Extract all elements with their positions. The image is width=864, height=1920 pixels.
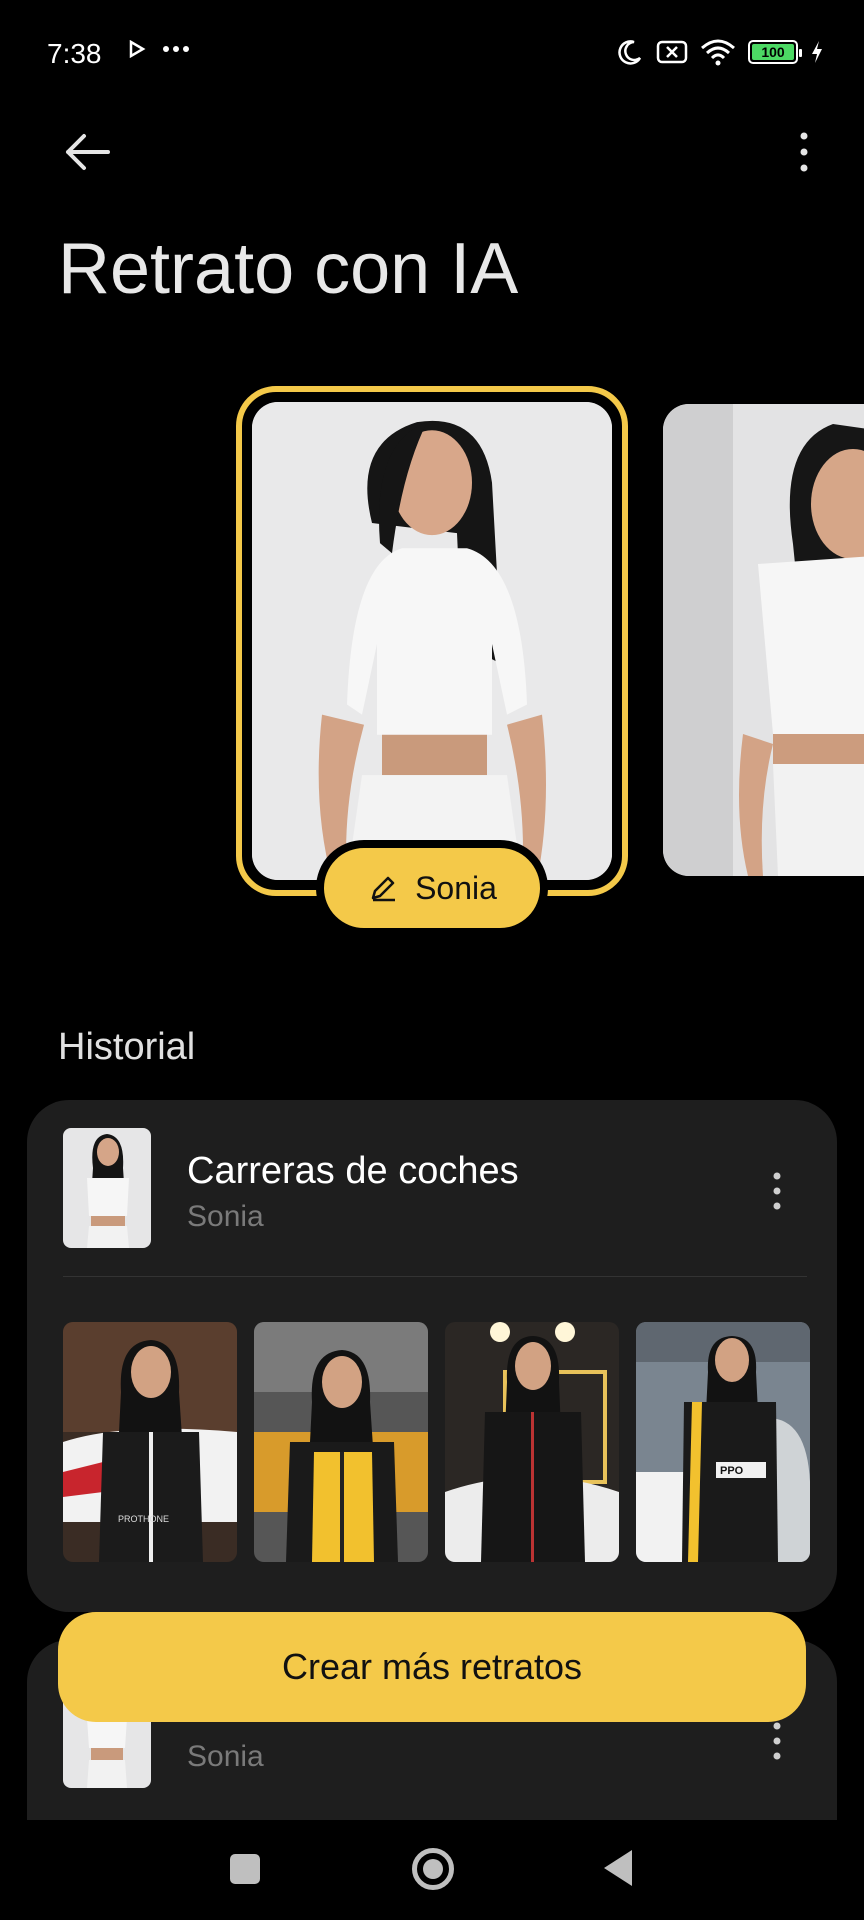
back-button[interactable]: [58, 122, 118, 182]
history-portrait-image[interactable]: [254, 1322, 428, 1562]
history-portrait-image[interactable]: PPO: [636, 1322, 810, 1562]
history-section-title: Historial: [58, 1026, 196, 1068]
portrait-name-label: Sonia: [415, 869, 497, 906]
next-portrait-card[interactable]: [663, 404, 864, 876]
more-horiz-icon: [163, 46, 189, 52]
history-portrait-grid: PROTHONE PPO: [63, 1322, 810, 1562]
history-portrait-image[interactable]: PROTHONE: [63, 1322, 237, 1562]
more-options-button[interactable]: [774, 122, 834, 182]
history-item-subtitle: Sonia: [187, 1200, 264, 1233]
history-portrait-image[interactable]: [445, 1322, 619, 1562]
play-icon: [129, 40, 146, 58]
more-vertical-icon: [773, 1722, 781, 1760]
more-vertical-icon: [800, 132, 808, 172]
history-item-thumbnail: [63, 1128, 151, 1248]
moon-icon: [618, 40, 642, 65]
recents-button[interactable]: [230, 1854, 260, 1884]
portrait-carousel: Sonia: [0, 386, 864, 946]
status-right-icons: 100: [616, 38, 824, 66]
wifi-icon: [701, 39, 735, 66]
svg-text:PROTHONE: PROTHONE: [118, 1514, 169, 1524]
svg-text:PPO: PPO: [720, 1465, 744, 1477]
history-item-more-button[interactable]: [757, 1716, 797, 1766]
status-bar: 7:38 100: [0, 0, 864, 110]
portrait-photo: [252, 402, 612, 880]
create-more-portraits-button[interactable]: Crear más retratos: [58, 1612, 806, 1722]
pencil-icon: [371, 876, 396, 902]
selected-portrait-card[interactable]: [236, 386, 628, 896]
edit-name-button[interactable]: Sonia: [316, 840, 548, 936]
sim-off-icon: [656, 40, 688, 64]
arrow-left-icon: [66, 134, 110, 170]
history-item-more-button[interactable]: [757, 1166, 797, 1216]
charging-icon: [812, 41, 822, 63]
status-left-icons: [128, 40, 190, 58]
status-time: 7:38: [47, 38, 102, 69]
page-title: Retrato con IA: [58, 229, 519, 309]
battery-level: 100: [752, 44, 794, 60]
history-item[interactable]: Carreras de coches Sonia PROTHONE PPO: [27, 1100, 837, 1612]
home-button[interactable]: [412, 1848, 454, 1890]
divider: [63, 1276, 807, 1277]
battery-icon: 100: [748, 40, 802, 64]
system-nav-bar: [0, 1820, 864, 1920]
more-vertical-icon: [773, 1172, 781, 1210]
history-item-subtitle: Sonia: [187, 1740, 264, 1773]
history-item-title: Carreras de coches: [187, 1150, 519, 1192]
system-back-button[interactable]: [604, 1850, 632, 1886]
